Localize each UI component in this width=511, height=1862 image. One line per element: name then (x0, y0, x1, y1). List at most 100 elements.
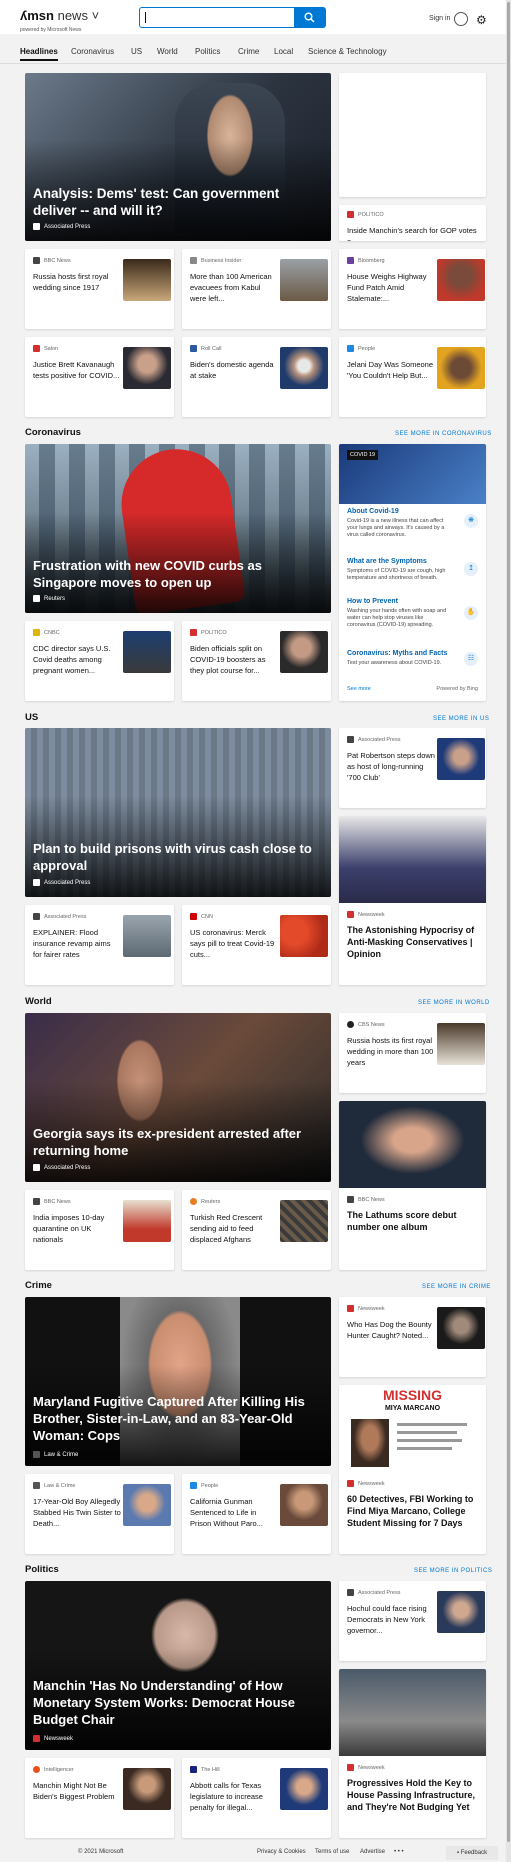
people-logo-icon (190, 1482, 197, 1489)
tab-science-technology[interactable]: Science & Technology (308, 47, 387, 56)
news-card[interactable]: BBC News Russia hosts first royal weddin… (25, 249, 174, 329)
card-title: Turkish Red Crescent sending aid to feed… (190, 1213, 263, 1244)
covid-item-symptoms[interactable]: What are the Symptoms Symptoms of COVID-1… (347, 558, 467, 582)
card-title: Russia hosts its first royal wedding in … (347, 1036, 434, 1067)
see-more-world-link[interactable]: SEE MORE IN WORLD (418, 1000, 490, 1006)
privacy-link[interactable]: Privacy & Cookies (257, 1849, 306, 1855)
chevron-down-icon: ˅ (87, 8, 100, 23)
law-crime-logo-icon (33, 1451, 40, 1458)
cbs-logo-icon (347, 1021, 354, 1028)
news-card[interactable]: The Hill Abbott calls for Texas legislat… (182, 1758, 331, 1838)
news-card-tall[interactable]: Newsweek Progressives Hold the Key to Ho… (339, 1669, 486, 1838)
news-card[interactable]: Associated Press Pat Robertson steps dow… (339, 728, 486, 808)
coronavirus-hero-card[interactable]: Frustration with new COVID curbs as Sing… (25, 444, 331, 613)
news-card[interactable]: Law & Crime 17-Year-Old Boy Allegedly St… (25, 1474, 174, 1554)
signin-link[interactable]: Sign in (429, 15, 450, 22)
top-hero-card[interactable]: Analysis: Dems' test: Can government del… (25, 73, 331, 241)
hero-source: Associated Press (33, 223, 90, 230)
ad-card[interactable] (339, 73, 486, 197)
tab-crime[interactable]: Crime (238, 47, 259, 56)
card-source: CBS News (347, 1021, 385, 1028)
news-card[interactable]: BBC News India imposes 10-day quarantine… (25, 1190, 174, 1270)
news-card[interactable]: CNBC CDC director says U.S. Covid deaths… (25, 621, 174, 701)
tab-politics[interactable]: Politics (195, 47, 220, 56)
scrollbar[interactable] (506, 0, 511, 1862)
news-card[interactable]: Salon Justice Brett Kavanaugh tests posi… (25, 337, 174, 417)
section-heading-coronavirus: Coronavirus (25, 427, 81, 438)
card-thumbnail (280, 1200, 328, 1242)
ap-logo-icon (33, 223, 40, 230)
tab-headlines[interactable]: Headlines (20, 47, 58, 61)
advertise-link[interactable]: Advertise (360, 1849, 385, 1855)
covid-item-myths[interactable]: Coronavirus: Myths and Facts Test your aw… (347, 650, 467, 667)
news-card-tall[interactable]: MISSING MIYA MARCANO Newsweek 60 Detecti… (339, 1385, 486, 1554)
card-thumbnail (123, 347, 171, 389)
hero-source: Reuters (33, 595, 65, 602)
missing-photo (351, 1419, 389, 1467)
see-more-politics-link[interactable]: SEE MORE IN POLITICS (414, 1568, 492, 1574)
cnn-logo-icon (190, 913, 197, 920)
news-card[interactable]: Reuters Turkish Red Crescent sending aid… (182, 1190, 331, 1270)
covid-see-more-link[interactable]: See more (347, 686, 371, 692)
tab-coronavirus[interactable]: Coronavirus (71, 47, 114, 56)
tab-world[interactable]: World (157, 47, 178, 56)
news-card[interactable]: Business Insider More than 100 American … (182, 249, 331, 329)
news-card[interactable]: People Jelani Day Was Someone 'You Could… (339, 337, 486, 417)
card-source: Newsweek (347, 911, 385, 918)
news-card[interactable]: People California Gunman Sentenced to Li… (182, 1474, 331, 1554)
see-more-crime-link[interactable]: SEE MORE IN CRIME (422, 1284, 491, 1290)
card-title: US coronavirus: Merck says pill to treat… (190, 928, 275, 959)
gear-icon[interactable]: ⚙ (476, 13, 487, 27)
news-card[interactable]: Associated Press EXPLAINER: Flood insura… (25, 905, 174, 985)
card-title: 17-Year-Old Boy Allegedly Stabbed His Tw… (33, 1497, 121, 1528)
card-title: Pat Robertson steps down as host of long… (347, 751, 435, 782)
news-card[interactable]: Newsweek Who Has Dog the Bounty Hunter C… (339, 1297, 486, 1377)
us-hero-card[interactable]: Plan to build prisons with virus cash cl… (25, 728, 331, 897)
covid-item-about[interactable]: About Covid-19 Covid-19 is a new illness … (347, 508, 467, 539)
card-source: CNBC (33, 629, 60, 636)
world-hero-card[interactable]: Georgia says its ex-president arrested a… (25, 1013, 331, 1182)
msn-logo[interactable]: ʎmsn news ˅ (20, 8, 99, 23)
hero-source: Newsweek (33, 1735, 73, 1742)
news-card[interactable]: Intelligencer Manchin Might Not Be Biden… (25, 1758, 174, 1838)
bloomberg-logo-icon (347, 257, 354, 264)
crime-hero-card[interactable]: Maryland Fugitive Captured After Killing… (25, 1297, 331, 1466)
intelligencer-logo-icon (33, 1766, 40, 1773)
terms-link[interactable]: Terms of use (315, 1849, 349, 1855)
search-button[interactable] (294, 7, 326, 28)
hero-title: Georgia says its ex-president arrested a… (33, 1126, 302, 1158)
card-title: California Gunman Sentenced to Life in P… (190, 1497, 263, 1528)
news-card[interactable]: Bloomberg House Weighs Highway Fund Patc… (339, 249, 486, 329)
card-title: Justice Brett Kavanaugh tests positive f… (33, 360, 120, 380)
cnbc-logo-icon (33, 629, 40, 636)
section-heading-world: World (25, 996, 52, 1007)
covid-item-prevent[interactable]: How to Prevent Washing your hands often w… (347, 598, 467, 629)
news-card[interactable]: CBS News Russia hosts its first royal we… (339, 1013, 486, 1093)
card-title: 60 Detectives, FBI Working to Find Miya … (347, 1494, 474, 1528)
card-source: POLITICO (190, 629, 227, 636)
news-card-tall[interactable]: BBC News The Lathums score debut number … (339, 1101, 486, 1270)
reuters-logo-icon (190, 1198, 197, 1205)
see-more-us-link[interactable]: SEE MORE IN US (433, 716, 489, 722)
news-card[interactable]: POLITICO Biden officials split on COVID-… (182, 621, 331, 701)
card-thumbnail (123, 1484, 171, 1526)
tab-us[interactable]: US (131, 47, 142, 56)
card-source: Bloomberg (347, 257, 385, 264)
feedback-button[interactable]: ▪ Feedback (446, 1846, 498, 1860)
see-more-coronavirus-link[interactable]: SEE MORE IN CORONAVIRUS (395, 431, 492, 437)
card-source: Associated Press (33, 913, 87, 920)
more-options-icon[interactable]: • • • (394, 1849, 404, 1855)
politics-hero-card[interactable]: Manchin 'Has No Understanding' of How Mo… (25, 1581, 331, 1750)
scrollbar-thumb[interactable] (507, 2, 510, 1842)
people-logo-icon (347, 345, 354, 352)
avatar-icon[interactable] (454, 12, 468, 26)
news-card[interactable]: Roll Call Biden's domestic agenda at sta… (182, 337, 331, 417)
news-card[interactable]: CNN US coronavirus: Merck says pill to t… (182, 905, 331, 985)
card-thumbnail (280, 1768, 328, 1810)
tab-local[interactable]: Local (274, 47, 293, 56)
news-card[interactable]: Associated Press Hochul could face risin… (339, 1581, 486, 1661)
card-source: People (190, 1482, 218, 1489)
news-card[interactable]: POLITICO Inside Manchin's search for GOP… (339, 205, 486, 241)
news-card-tall[interactable]: Newsweek The Astonishing Hypocrisy of An… (339, 816, 486, 985)
card-title: India imposes 10-day quarantine on UK na… (33, 1213, 105, 1244)
